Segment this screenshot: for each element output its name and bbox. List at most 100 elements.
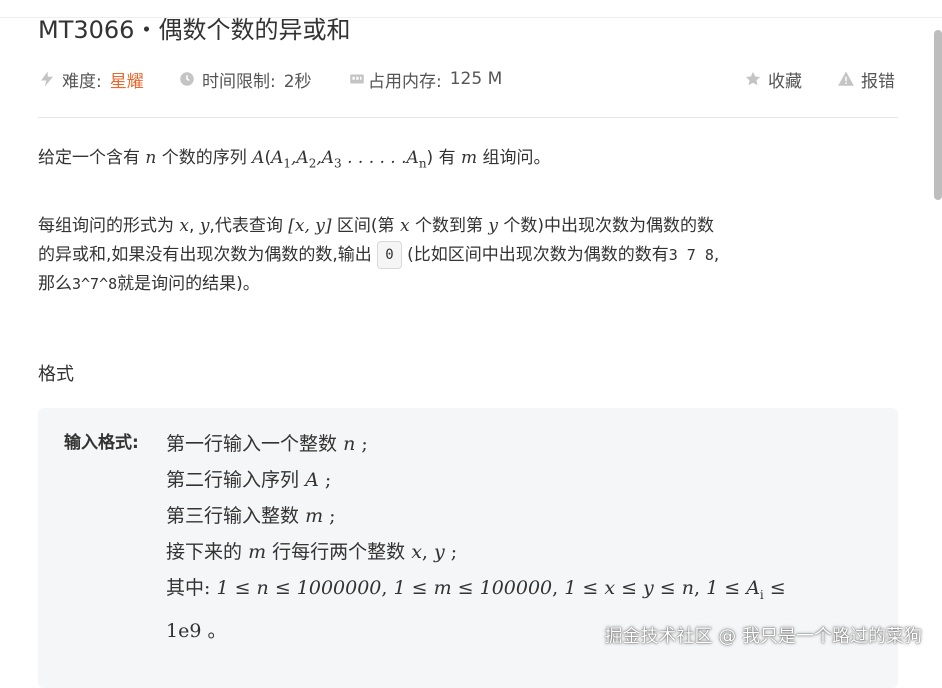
warning-icon <box>837 70 855 88</box>
input-format-lines: 第一行输入一个整数 n ; 第二行输入序列 A ; 第三行输入整数 m ; 接下… <box>166 426 886 649</box>
text: 给定一个含有 <box>38 148 140 168</box>
memory-info: 占用内存: 125 M <box>348 66 502 92</box>
text: 个数的序列 <box>161 148 247 168</box>
memory-chip-icon <box>348 70 366 88</box>
text: 第二行输入序列 <box>166 469 300 491</box>
ellipsis: . . . . . . <box>341 148 407 168</box>
clock-icon <box>178 70 196 88</box>
seq-subscript: 1 <box>283 156 292 171</box>
math-A: A <box>305 469 319 491</box>
constraint: 1 ≤ n ≤ 1000000 <box>216 577 382 599</box>
description-line: 的异或和,如果没有出现次数为偶数的数,输出 0 (比如区间中出现次数为偶数的数有… <box>38 241 898 270</box>
seq-symbol: A <box>296 148 309 168</box>
text: ; <box>450 541 458 563</box>
math-y: y <box>434 541 445 563</box>
format-line: 其中: 1 ≤ n ≤ 1000000, 1 ≤ m ≤ 100000, 1 ≤… <box>166 570 886 613</box>
seq-symbol: A <box>406 148 419 168</box>
math-y: y <box>199 216 210 236</box>
text: 行每行两个整数 <box>272 541 406 563</box>
math-x: x <box>411 541 422 563</box>
text: , <box>713 245 720 265</box>
description-paragraph-2: 每组询问的形式为 x, y,代表查询 [x, y] 区间(第 x 个数到第 y … <box>38 212 898 299</box>
math-n: n <box>343 433 356 455</box>
text: 个数到第 <box>414 216 483 236</box>
seq-subscript: n <box>418 156 427 171</box>
time-limit-info: 时间限制: 2秒 <box>178 66 312 92</box>
favorite-label: 收藏 <box>768 71 802 92</box>
format-line: 接下来的 m 行每行两个整数 x, y ; <box>166 534 886 570</box>
constraint: 1 ≤ m ≤ 100000 <box>393 577 553 599</box>
time-limit-value: 2秒 <box>283 71 312 92</box>
inline-mono: 3 7 8 <box>668 246 714 264</box>
lightning-icon <box>38 70 56 88</box>
text: ; <box>324 469 332 491</box>
math-n: n <box>145 148 157 168</box>
difficulty-label: 难度: <box>62 71 102 92</box>
text: 有 <box>438 148 456 168</box>
scrollbar-thumb[interactable] <box>934 30 942 200</box>
text: 就是询问的结果)。 <box>117 274 260 294</box>
inline-code: 0 <box>377 241 402 269</box>
text: 组询问。 <box>482 148 551 168</box>
text: , <box>421 541 428 563</box>
constraint-text: 1 ≤ A <box>706 577 760 599</box>
text: (比如区间中出现次数为偶数的数有 <box>407 245 669 265</box>
report-error-button[interactable]: 报错 <box>837 66 895 92</box>
report-error-label: 报错 <box>861 71 895 92</box>
seq-term-2: A2 <box>296 148 316 170</box>
text: 。 <box>207 619 227 642</box>
difficulty-value: 星耀 <box>109 71 144 92</box>
text: 每组询问的形式为 <box>38 216 174 236</box>
text: ; <box>361 433 368 455</box>
difficulty-info: 难度: 星耀 <box>38 66 144 92</box>
math-y: y <box>488 216 498 236</box>
constraint: 1 ≤ x ≤ y ≤ n <box>564 577 695 599</box>
watermark: 掘金技术社区 @ 我只是一个路过的菜狗 <box>604 626 922 647</box>
seq-term-3: A3 <box>321 148 342 171</box>
description-line: 那么3^7^8就是询问的结果)。 <box>38 270 898 299</box>
format-line: 第三行输入整数 m ; <box>166 498 886 534</box>
seq-symbol: A <box>271 148 284 168</box>
math-m: m <box>305 505 324 527</box>
text: 接下来的 <box>166 541 243 563</box>
description-line: 每组询问的形式为 x, y,代表查询 [x, y] 区间(第 x 个数到第 y … <box>38 212 898 241</box>
seq-subscript: 3 <box>334 156 342 171</box>
text: 其中: <box>166 577 211 599</box>
constraint-text: ≤ <box>763 577 786 599</box>
meta-divider <box>38 117 898 118</box>
math-x: x <box>179 216 189 236</box>
text: ,代表查询 <box>209 216 283 236</box>
favorite-button[interactable]: 收藏 <box>744 66 802 92</box>
text: 区间(第 <box>336 216 395 236</box>
text: , <box>189 216 195 236</box>
text: 那么 <box>38 274 72 294</box>
text: ; <box>329 505 336 527</box>
problem-title: MT3066・偶数个数的异或和 <box>38 16 351 44</box>
memory-value: 125 M <box>449 69 503 89</box>
seq-term-n: An <box>406 148 427 171</box>
memory-label: 占用内存: <box>368 71 442 92</box>
math-A: A <box>252 148 265 168</box>
text: 第一行输入一个整数 <box>166 433 338 455</box>
text: 第三行输入整数 <box>166 505 300 527</box>
math-m: m <box>461 148 478 168</box>
paren-close: ) <box>426 148 434 168</box>
time-limit-label: 时间限制: <box>202 71 276 92</box>
text: , <box>381 577 388 599</box>
format-line: 第二行输入序列 A ; <box>166 462 886 498</box>
text: 个数)中出现次数为偶数的数 <box>503 216 715 236</box>
seq-symbol: A <box>321 148 335 168</box>
input-format-label: 输入格式: <box>64 433 139 453</box>
constraint: 1 ≤ Ai ≤ <box>706 577 786 602</box>
format-section-title: 格式 <box>38 364 74 385</box>
math-m: m <box>248 541 267 563</box>
inline-mono: 3^7^8 <box>72 275 118 293</box>
math-bound: 1e9 <box>166 619 202 642</box>
format-line: 第一行输入一个整数 n ; <box>166 426 886 462</box>
problem-meta-bar: 难度: 星耀 时间限制: 2秒 占用内存: 125 M 收藏 报错 <box>38 66 898 92</box>
math-range: [x, y] <box>288 216 332 236</box>
star-icon <box>744 70 762 88</box>
description-paragraph-1: 给定一个含有 n 个数的序列 A(A1,A2,A3 . . . . . .An)… <box>38 142 898 179</box>
math-x: x <box>399 216 410 236</box>
seq-term-1: A1 <box>271 148 292 171</box>
